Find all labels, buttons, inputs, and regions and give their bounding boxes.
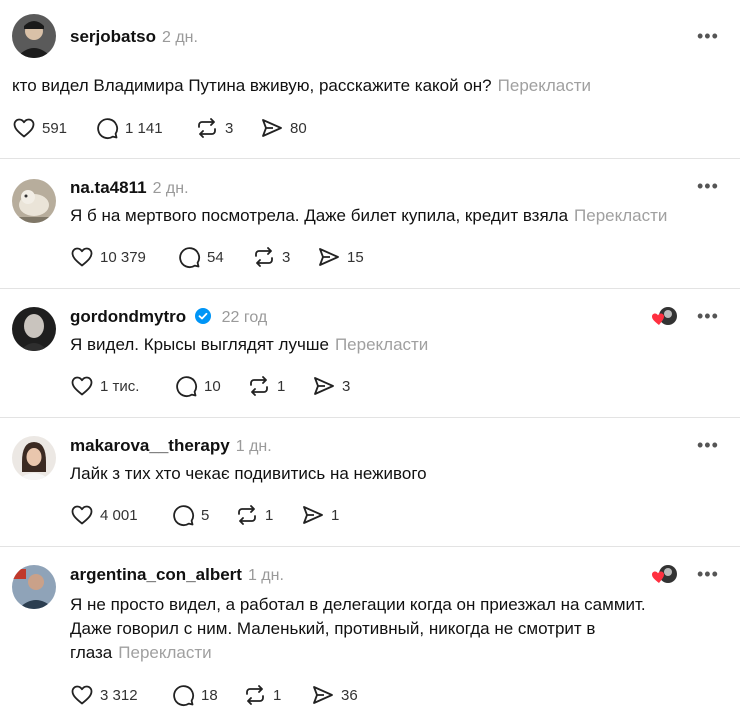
post-time: 1 дн.	[235, 438, 272, 455]
post-time: 2 дн.	[161, 29, 198, 46]
avatar[interactable]	[12, 307, 56, 351]
reply-icon	[171, 503, 195, 527]
reply-na-ta4811: na.ta4811 2 дн. ••• Я б на мертвого посмо…	[0, 159, 740, 287]
liked-by-author-icon	[652, 565, 677, 583]
username[interactable]: serjobatso 2 дн.	[70, 27, 198, 47]
avatar[interactable]	[12, 565, 56, 609]
post-serjobatso: serjobatso 2 дн. ••• кто видел Владимира …	[0, 0, 740, 158]
share-button[interactable]: 36	[311, 683, 358, 707]
like-button[interactable]: 1 тис.	[70, 374, 139, 398]
heart-icon	[70, 245, 94, 269]
like-button[interactable]: 10 379	[70, 245, 146, 269]
share-icon	[312, 374, 336, 398]
repost-button[interactable]: 1	[235, 503, 273, 527]
reply-makarova-therapy: makarova__therapy 1 дн. ••• Лайк з тих хт…	[0, 418, 740, 546]
more-options-icon[interactable]: •••	[697, 176, 719, 197]
post-time: 2 дн.	[152, 180, 189, 197]
reply-button[interactable]: 18	[171, 683, 218, 707]
share-button[interactable]: 1	[301, 503, 339, 527]
repost-button[interactable]: 3	[252, 245, 290, 269]
post-text: Я б на мертвого посмотрела. Даже билет к…	[70, 206, 668, 225]
username-text[interactable]: argentina_con_albert	[70, 565, 242, 584]
post-text: Лайк з тих хто чекає подивитись на нежив…	[70, 464, 427, 483]
more-options-icon[interactable]: •••	[697, 306, 719, 327]
username[interactable]: argentina_con_albert 1 дн.	[70, 565, 284, 585]
action-bar: 3 312 18 1 36	[70, 683, 390, 707]
reply-button[interactable]: 54	[177, 245, 224, 269]
like-button[interactable]: 4 001	[70, 503, 138, 527]
like-button[interactable]: 591	[12, 116, 67, 140]
verified-badge-icon	[194, 308, 211, 324]
reply-icon	[174, 374, 198, 398]
share-icon	[317, 245, 341, 269]
action-bar: 10 379 54 3 15	[70, 245, 390, 269]
username[interactable]: na.ta4811 2 дн.	[70, 178, 189, 198]
more-options-icon[interactable]: •••	[697, 564, 719, 585]
reply-button[interactable]: 10	[174, 374, 221, 398]
reply-gordondmytro: gordondmytro 22 год ••• Я видел. Крысы в…	[0, 289, 740, 417]
avatar[interactable]	[12, 179, 56, 223]
share-icon	[260, 116, 284, 140]
translate-link[interactable]: Перекласти	[498, 76, 591, 95]
action-bar: 591 1 141 3 80	[12, 116, 332, 140]
heart-icon	[70, 374, 94, 398]
post-text: кто видел Владимира Путина вживую, расск…	[12, 76, 592, 95]
translate-link[interactable]: Перекласти	[574, 206, 667, 225]
repost-icon	[195, 116, 219, 140]
repost-icon	[235, 503, 259, 527]
post-time: 1 дн.	[247, 567, 284, 584]
post-text: Я не просто видел, а работал в делегации…	[70, 595, 646, 662]
reply-icon	[177, 245, 201, 269]
heart-icon	[70, 683, 94, 707]
repost-icon	[243, 683, 267, 707]
post-text: Я видел. Крысы выглядят лучше Перекласти	[70, 335, 429, 354]
action-bar: 1 тис. 10 1 3	[70, 374, 390, 398]
heart-icon	[70, 503, 94, 527]
repost-icon	[252, 245, 276, 269]
reply-argentina-con-albert: argentina_con_albert 1 дн. ••• Я не прост…	[0, 547, 740, 701]
repost-button[interactable]: 1	[247, 374, 285, 398]
share-button[interactable]: 3	[312, 374, 350, 398]
repost-button[interactable]: 1	[243, 683, 281, 707]
more-options-icon[interactable]: •••	[697, 435, 719, 456]
share-icon	[301, 503, 325, 527]
repost-icon	[247, 374, 271, 398]
translate-link[interactable]: Перекласти	[335, 335, 428, 354]
translate-link[interactable]: Перекласти	[118, 643, 211, 662]
share-icon	[311, 683, 335, 707]
username-text[interactable]: gordondmytro	[70, 307, 186, 326]
reply-icon	[171, 683, 195, 707]
like-button[interactable]: 3 312	[70, 683, 138, 707]
username-text[interactable]: serjobatso	[70, 27, 156, 46]
heart-icon	[12, 116, 36, 140]
liked-by-author-icon	[652, 307, 677, 325]
username-text[interactable]: na.ta4811	[70, 178, 147, 197]
avatar[interactable]	[12, 14, 56, 58]
reply-button[interactable]: 1 141	[95, 116, 163, 140]
reply-button[interactable]: 5	[171, 503, 209, 527]
repost-button[interactable]: 3	[195, 116, 233, 140]
username-text[interactable]: makarova__therapy	[70, 436, 230, 455]
reply-icon	[95, 116, 119, 140]
share-button[interactable]: 15	[317, 245, 364, 269]
username[interactable]: gordondmytro 22 год	[70, 307, 267, 327]
share-button[interactable]: 80	[260, 116, 307, 140]
more-options-icon[interactable]: •••	[697, 26, 719, 47]
username[interactable]: makarova__therapy 1 дн.	[70, 436, 272, 456]
avatar[interactable]	[12, 436, 56, 480]
post-time: 22 год	[221, 309, 268, 326]
action-bar: 4 001 5 1 1	[70, 503, 390, 527]
